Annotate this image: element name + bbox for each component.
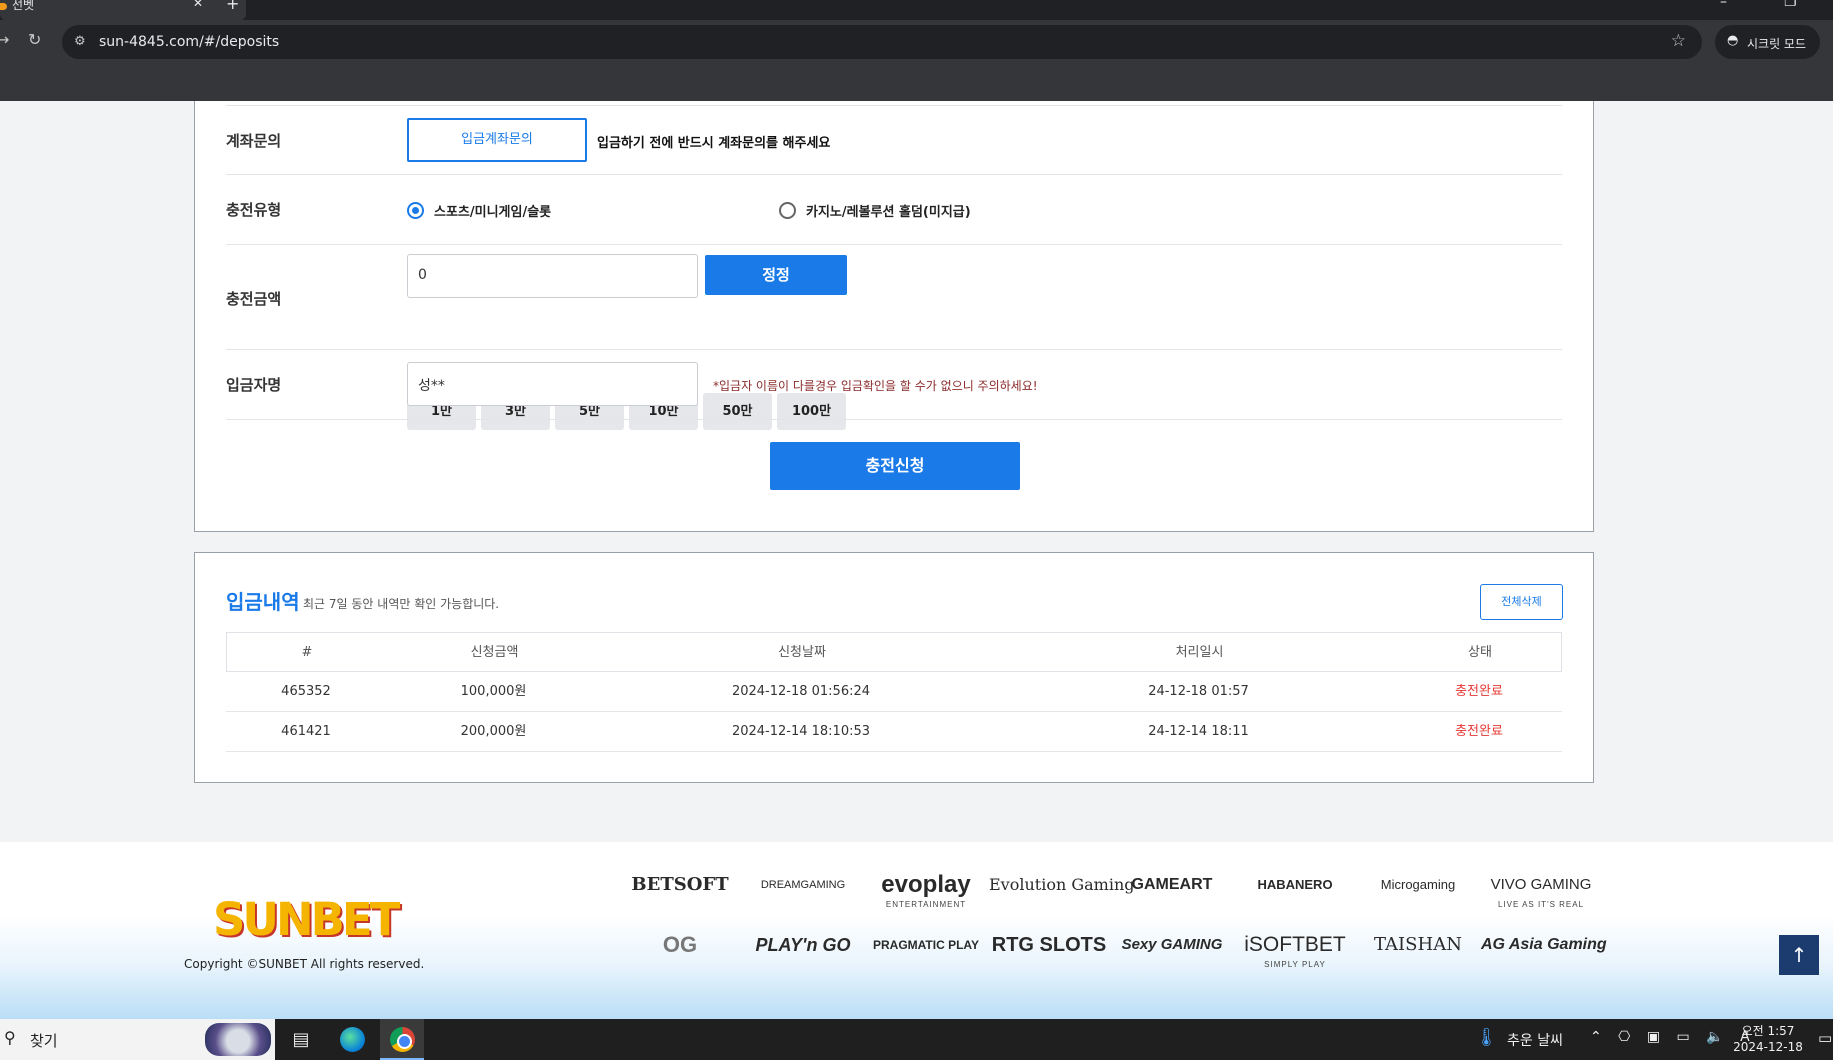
clock-time: 오전 1:57 [1741, 1024, 1795, 1038]
deposit-form-card: 계좌문의 입금계좌문의 입금하기 전에 반드시 계좌문의를 해주세요 충전유형 … [194, 101, 1594, 532]
reload-icon[interactable]: ↻ [28, 30, 41, 49]
charge-type-row: 충전유형 스포츠/미니게임/슬롯 카지노/레볼루션 홀덤(미지급) [226, 175, 1562, 245]
depositor-label: 입금자명 [226, 376, 282, 394]
submit-charge-button[interactable]: 충전신청 [770, 442, 1020, 490]
provider-logo-pragmatic: PRAGMATIC PLAY [872, 938, 979, 952]
row-processed-at: 24-12-18 01:57 [1148, 684, 1249, 699]
search-icon: ⚲ [4, 1028, 16, 1047]
provider-logo-dreamgaming: DREAMGAMING [760, 879, 846, 891]
tab-close-icon[interactable]: ✕ [193, 0, 203, 10]
window-restore-button[interactable]: ❐ [1784, 0, 1797, 10]
provider-logo-taishan: TAISHAN [1374, 934, 1462, 955]
provider-logo-playngo: PLAY'n GO [755, 935, 851, 955]
notification-icon[interactable]: ▭ [1818, 1029, 1832, 1047]
column-header-amount: 신청금액 [470, 645, 519, 660]
depositor-warning: *입금자 이름이 다를경우 입금확인을 할 수가 없으니 주의하세요! [713, 379, 1038, 393]
forward-icon[interactable]: → [0, 30, 9, 49]
site-favicon-icon [0, 3, 7, 10]
depositor-name-input[interactable]: 성** [407, 362, 698, 406]
provider-logo-habanero: HABANERO [1257, 877, 1333, 892]
row-status: 충전완료 [1455, 684, 1503, 699]
provider-logo-evoplay: evoplay ENTERTAINMENT [881, 871, 971, 909]
taskbar-search-box[interactable]: ⚲ 찾기 [0, 1019, 275, 1060]
row-id: 461421 [281, 724, 331, 739]
bookmark-star-icon[interactable]: ☆ [1671, 31, 1686, 51]
weather-text[interactable]: 추운 날씨 [1507, 1030, 1563, 1050]
account-inquiry-button[interactable]: 입금계좌문의 [407, 118, 587, 162]
column-header-request-date: 신청날짜 [778, 645, 826, 660]
provider-logo-betsoft: BETSOFT [631, 874, 729, 895]
amount-reset-button[interactable]: 정정 [705, 255, 847, 295]
charge-amount-row: 충전금액 0 정정 [226, 245, 1562, 350]
column-header-status: 상태 [1468, 645, 1492, 660]
history-title: 입금내역 [226, 590, 300, 614]
charge-amount-label: 충전금액 [226, 290, 282, 308]
weather-thermometer-icon[interactable]: 🌡 [1475, 1027, 1498, 1048]
row-status: 충전완료 [1455, 724, 1503, 739]
url-text[interactable]: sun-4845.com/#/deposits [99, 34, 279, 50]
scroll-to-top-button[interactable]: ↑ [1779, 935, 1819, 975]
charge-type-label: 충전유형 [226, 201, 282, 219]
account-inquiry-notice: 입금하기 전에 반드시 계좌문의를 해주세요 [597, 136, 831, 151]
provider-logo-rtg: RTG SLOTS [991, 934, 1107, 956]
window-minimize-button[interactable]: – [1720, 0, 1727, 10]
charge-type-casino-label[interactable]: 카지노/레볼루션 홀덤(미지급) [806, 201, 971, 220]
provider-logo-evolution: Evolution Gaming [989, 875, 1135, 894]
charge-type-sports-label[interactable]: 스포츠/미니게임/슬롯 [434, 201, 551, 220]
row-id: 465352 [281, 684, 331, 699]
table-row: 465352 100,000원 2024-12-18 01:56:24 24-1… [226, 672, 1562, 712]
provider-logo-isoftbet: iSOFTBET SIMPLY PLAY [1244, 933, 1346, 969]
copyright-text: Copyright ©SUNBET All rights reserved. [184, 957, 425, 971]
incognito-indicator[interactable]: ◓ 시크릿 모드 [1715, 25, 1820, 59]
charge-type-casino-radio[interactable] [779, 202, 796, 219]
account-inquiry-row: 계좌문의 입금계좌문의 입금하기 전에 반드시 계좌문의를 해주세요 [226, 105, 1562, 175]
provider-logo-vivo: VIVO GAMING LIVE AS IT'S REAL [1490, 876, 1592, 909]
tab-title: 선벳 [12, 0, 35, 12]
provider-logo-ag: AG Asia Gaming [1481, 936, 1607, 953]
incognito-label: 시크릿 모드 [1747, 37, 1807, 51]
row-request-date: 2024-12-14 18:10:53 [731, 724, 871, 739]
account-inquiry-label: 계좌문의 [226, 132, 282, 150]
row-request-date: 2024-12-18 01:56:24 [731, 684, 871, 699]
charge-type-sports-radio[interactable] [407, 202, 424, 219]
provider-logo-sexy-gaming: Sexy GAMING [1121, 936, 1223, 953]
table-row: 461421 200,000원 2024-12-14 18:10:53 24-1… [226, 712, 1562, 752]
browser-toolbar: → ↻ ⚙ sun-4845.com/#/deposits ☆ ◓ 시크릿 모드 [0, 20, 1833, 65]
taskbar-search-label: 찾기 [30, 1032, 58, 1050]
address-bar[interactable]: ⚙ sun-4845.com/#/deposits ☆ [62, 25, 1702, 59]
chrome-taskbar-button[interactable] [380, 1019, 424, 1060]
page-content: 계좌문의 입금계좌문의 입금하기 전에 반드시 계좌문의를 해주세요 충전유형 … [0, 101, 1833, 1019]
table-header: # 신청금액 신청날짜 처리일시 상태 [226, 632, 1562, 672]
browser-tab[interactable]: 선벳 ✕ [0, 0, 246, 20]
incognito-icon: ◓ [1727, 33, 1739, 48]
bookmark-bar [0, 65, 1833, 101]
row-processed-at: 24-12-14 18:11 [1148, 724, 1249, 739]
new-tab-button[interactable]: + [226, 0, 239, 13]
system-tray-icons[interactable]: ⌃ ⎔ ▣ ▭ 🔈 A [1590, 1029, 1756, 1045]
column-header-processed-at: 처리일시 [1175, 645, 1224, 660]
charge-amount-input[interactable]: 0 [407, 254, 698, 298]
task-view-icon[interactable]: ▤ [285, 1025, 317, 1055]
provider-logo-og: OG [662, 932, 698, 957]
site-footer: SUNBET Copyright ©SUNBET All rights rese… [0, 842, 1833, 1019]
row-amount: 200,000원 [460, 724, 527, 739]
deposit-history-card: 입금내역 최근 7일 동안 내역만 확인 가능합니다. 전체삭제 # 신청금액 … [194, 552, 1594, 783]
search-highlight-image [205, 1023, 271, 1056]
provider-logo-microgaming: Microgaming [1380, 877, 1456, 892]
clock-date: 2024-12-18 [1733, 1040, 1803, 1054]
sunbet-logo[interactable]: SUNBET [213, 893, 400, 946]
site-settings-icon[interactable]: ⚙ [74, 34, 86, 49]
os-taskbar: ⚲ 찾기 ▤ 🌡 추운 날씨 ⌃ ⎔ ▣ ▭ 🔈 A 오전 1:57 2024-… [0, 1019, 1833, 1060]
provider-logo-gameart: GAMEART [1131, 876, 1213, 893]
delete-all-button[interactable]: 전체삭제 [1480, 584, 1563, 620]
depositor-row: 입금자명 성** *입금자 이름이 다를경우 입금확인을 할 수가 없으니 주의… [226, 350, 1562, 420]
edge-browser-icon[interactable] [340, 1027, 365, 1052]
column-header-id: # [301, 645, 313, 660]
taskbar-clock[interactable]: 오전 1:57 2024-12-18 [1733, 1023, 1803, 1055]
row-amount: 100,000원 [460, 684, 527, 699]
chrome-browser-icon [390, 1027, 415, 1052]
tab-strip: 선벳 ✕ + – ❐ [0, 0, 1833, 20]
history-subtitle: 최근 7일 동안 내역만 확인 가능합니다. [303, 597, 500, 611]
